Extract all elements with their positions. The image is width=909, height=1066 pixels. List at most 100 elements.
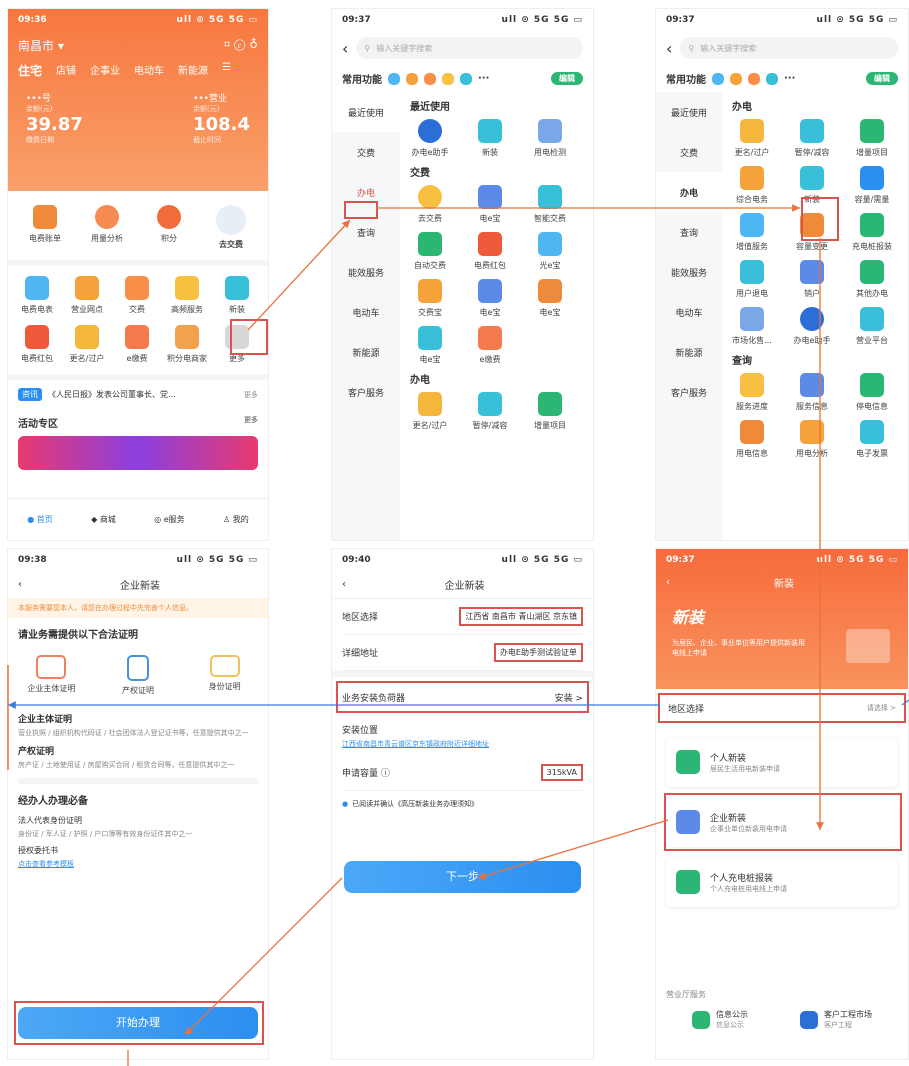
cat-efficiency[interactable]: 能效服务 [656,252,722,292]
service-item[interactable]: 更名/过户 [722,119,782,158]
service-item[interactable]: 容量/需量 [842,166,902,205]
news-bar[interactable]: 资讯 《人民日报》发表公司董事长、党... 更多 [8,374,268,409]
activity-banner[interactable] [18,436,258,470]
service-item[interactable]: 增量项目 [520,392,580,431]
cat-service[interactable]: 客户服务 [332,372,400,412]
nav-home[interactable]: ● 首页 [27,514,53,525]
capacity-input[interactable]: 315kVA [540,764,583,781]
grid-item[interactable]: 交费 [112,276,162,315]
service-item[interactable]: 营业平台 [842,307,902,346]
cat-recent[interactable]: 最近使用 [332,92,400,132]
grid-item[interactable]: 电费电表 [12,276,62,315]
load-row[interactable]: 业务安装负荷器 安装 > [336,681,589,713]
service-item[interactable]: 销户 [782,260,842,299]
tab-ev[interactable]: 电动车 [134,62,164,79]
service-item[interactable]: 用电信息 [722,420,782,459]
cat-service[interactable]: 客户服务 [656,372,722,412]
cat-energy[interactable]: 新能源 [332,332,400,372]
bill-button[interactable]: 电费账单 [15,205,75,250]
doc-identity[interactable]: 身份证明 [195,655,255,696]
info-public[interactable]: 信息公示 信息公示 [692,1009,748,1030]
checkbox-icon[interactable]: ● [342,800,348,808]
service-item[interactable]: 更名/过户 [400,392,460,431]
cat-pay[interactable]: 交费 [656,132,722,172]
service-item[interactable]: 新装 [460,119,520,158]
activity-more[interactable]: 更多 [244,415,258,430]
charger-install-card[interactable]: 个人充电桩报装 个人充电桩用电线上申请 [666,857,898,907]
back-icon[interactable]: ‹ [342,39,348,58]
cat-apply[interactable]: 办电 [656,172,722,212]
service-item[interactable]: 用电分析 [782,420,842,459]
service-item[interactable]: 光e宝 [520,232,580,271]
service-item[interactable]: 市场化售... [722,307,782,346]
personal-install-card[interactable]: 个人新装 居民生活用电新装申请 [666,737,898,787]
pay-button[interactable]: 去交费 [201,205,261,250]
edit-button[interactable]: 编辑 [866,72,898,85]
service-item[interactable]: 交费宝 [400,279,460,318]
service-item[interactable]: 增值服务 [722,213,782,252]
service-item[interactable]: 电e宝 [400,326,460,365]
service-item[interactable]: 综合电务 [722,166,782,205]
service-item[interactable]: 电e宝 [460,279,520,318]
capacity-row[interactable]: 申请容量 ⓘ 315kVA [342,755,583,791]
cat-ev[interactable]: 电动车 [332,292,400,332]
service-item[interactable]: e缴费 [460,326,520,365]
cat-pay[interactable]: 交费 [332,132,400,172]
grid-item[interactable]: e缴费 [112,325,162,364]
service-item[interactable]: 电费红包 [460,232,520,271]
menu-icon[interactable]: ☰ [222,62,231,79]
tab-home[interactable]: 住宅 [18,62,42,79]
city-select[interactable]: 南昌市 ▾ [18,37,64,54]
service-item[interactable]: 自动交费 [400,232,460,271]
back-icon[interactable]: ‹ [666,39,672,58]
cat-efficiency[interactable]: 能效服务 [332,252,400,292]
service-item[interactable]: 充电桩报装 [842,213,902,252]
address-row[interactable]: 详细地址 办电E助手测试验证单 [342,635,583,671]
account-card-2[interactable]: •••营业 余额(元) 108.4 截止时间 [193,91,250,145]
search-input[interactable]: ⚲ 输入关键字搜索 [356,37,583,59]
cat-recent[interactable]: 最近使用 [656,92,722,132]
doc-property[interactable]: 产权证明 [108,655,168,696]
service-item[interactable]: 智能交费 [520,185,580,224]
nav-mall[interactable]: ◆ 商城 [91,514,116,525]
engineering-market[interactable]: 客户工程市场 客户工程 [800,1009,872,1030]
grid-item-new-install[interactable]: 新装 [212,276,262,315]
service-item[interactable]: 服务进度 [722,373,782,412]
cat-ev[interactable]: 电动车 [656,292,722,332]
grid-item[interactable]: 电费红包 [12,325,62,364]
grid-item[interactable]: 更名/过户 [62,325,112,364]
service-item[interactable]: 其他办电 [842,260,902,299]
service-item[interactable]: 服务信息 [782,373,842,412]
service-item[interactable]: 用电检测 [520,119,580,158]
grid-item[interactable]: 营业网点 [62,276,112,315]
grid-item[interactable]: 高频服务 [162,276,212,315]
service-item[interactable]: 电e宝 [460,185,520,224]
location-value[interactable]: 江西省南昌市青云谱区京东镇政府附近详细地址 [342,739,583,755]
template-link[interactable]: 点击查看参考模板 [18,859,258,869]
service-item[interactable]: 办电e助手 [782,307,842,346]
service-item[interactable]: 暂停/减容 [782,119,842,158]
region-value[interactable]: 江西省 南昌市 青山湖区 京东镇 [459,607,583,626]
grid-item[interactable]: 积分电商家 [162,325,212,364]
service-item[interactable]: 用户退电 [722,260,782,299]
nav-mine[interactable]: ♙ 我的 [223,514,249,525]
service-item[interactable]: 办电e助手 [400,119,460,158]
agree-row[interactable]: ● 已阅读并确认《高压新装业务办理须知》 [342,791,583,817]
search-input[interactable]: ⚲ 输入关键字搜索 [680,37,898,59]
account-card-1[interactable]: •••号 余额(元) 39.87 缴费日期 [26,91,83,145]
service-item[interactable]: 电e宝 [520,279,580,318]
cat-energy[interactable]: 新能源 [656,332,722,372]
points-button[interactable]: 积分 [139,205,199,250]
tab-enterprise[interactable]: 企事业 [90,62,120,79]
region-row[interactable]: 地区选择 江西省 南昌市 青山湖区 京东镇 [342,599,583,635]
doc-enterprise[interactable]: 企业主体证明 [21,655,81,696]
header-icons[interactable]: ⌗ ⓒ ♁ [224,37,258,54]
address-input[interactable]: 办电E助手测试验证单 [493,643,583,662]
service-item[interactable]: 电子发票 [842,420,902,459]
service-item[interactable]: 增量项目 [842,119,902,158]
nav-eservice[interactable]: ◎ e服务 [154,514,184,525]
edit-button[interactable]: 编辑 [551,72,583,85]
region-row[interactable]: 地区选择 请选择 > [658,693,906,723]
usage-button[interactable]: 用量分析 [77,205,137,250]
next-button[interactable]: 下一步 [344,861,581,893]
